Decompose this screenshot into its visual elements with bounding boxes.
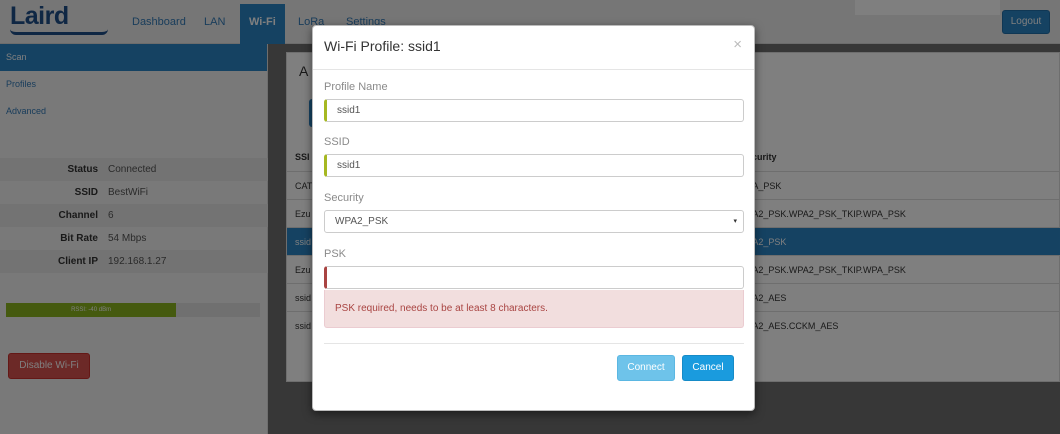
chevron-down-icon: ▾: [733, 218, 737, 225]
connect-button[interactable]: Connect: [617, 355, 675, 381]
modal-header: Wi-Fi Profile: ssid1 ×: [313, 26, 754, 70]
close-icon[interactable]: ×: [733, 36, 742, 53]
cancel-button[interactable]: Cancel: [682, 355, 734, 381]
profile-name-input[interactable]: ssid1: [324, 99, 744, 122]
psk-input[interactable]: [324, 266, 744, 289]
modal-title: Wi-Fi Profile: ssid1: [324, 38, 441, 54]
ssid-label: SSID: [324, 136, 350, 148]
profile-name-label: Profile Name: [324, 81, 388, 93]
security-select[interactable]: WPA2_PSK ▾: [324, 210, 744, 233]
psk-error-message: PSK required, needs to be at least 8 cha…: [324, 290, 744, 328]
ssid-input[interactable]: ssid1: [324, 154, 744, 177]
psk-label: PSK: [324, 248, 347, 260]
modal-footer-divider: [324, 343, 744, 344]
security-label: Security: [324, 192, 364, 204]
wifi-profile-modal: Wi-Fi Profile: ssid1 × Profile Name ssid…: [312, 25, 755, 411]
security-select-value: WPA2_PSK: [335, 216, 389, 227]
